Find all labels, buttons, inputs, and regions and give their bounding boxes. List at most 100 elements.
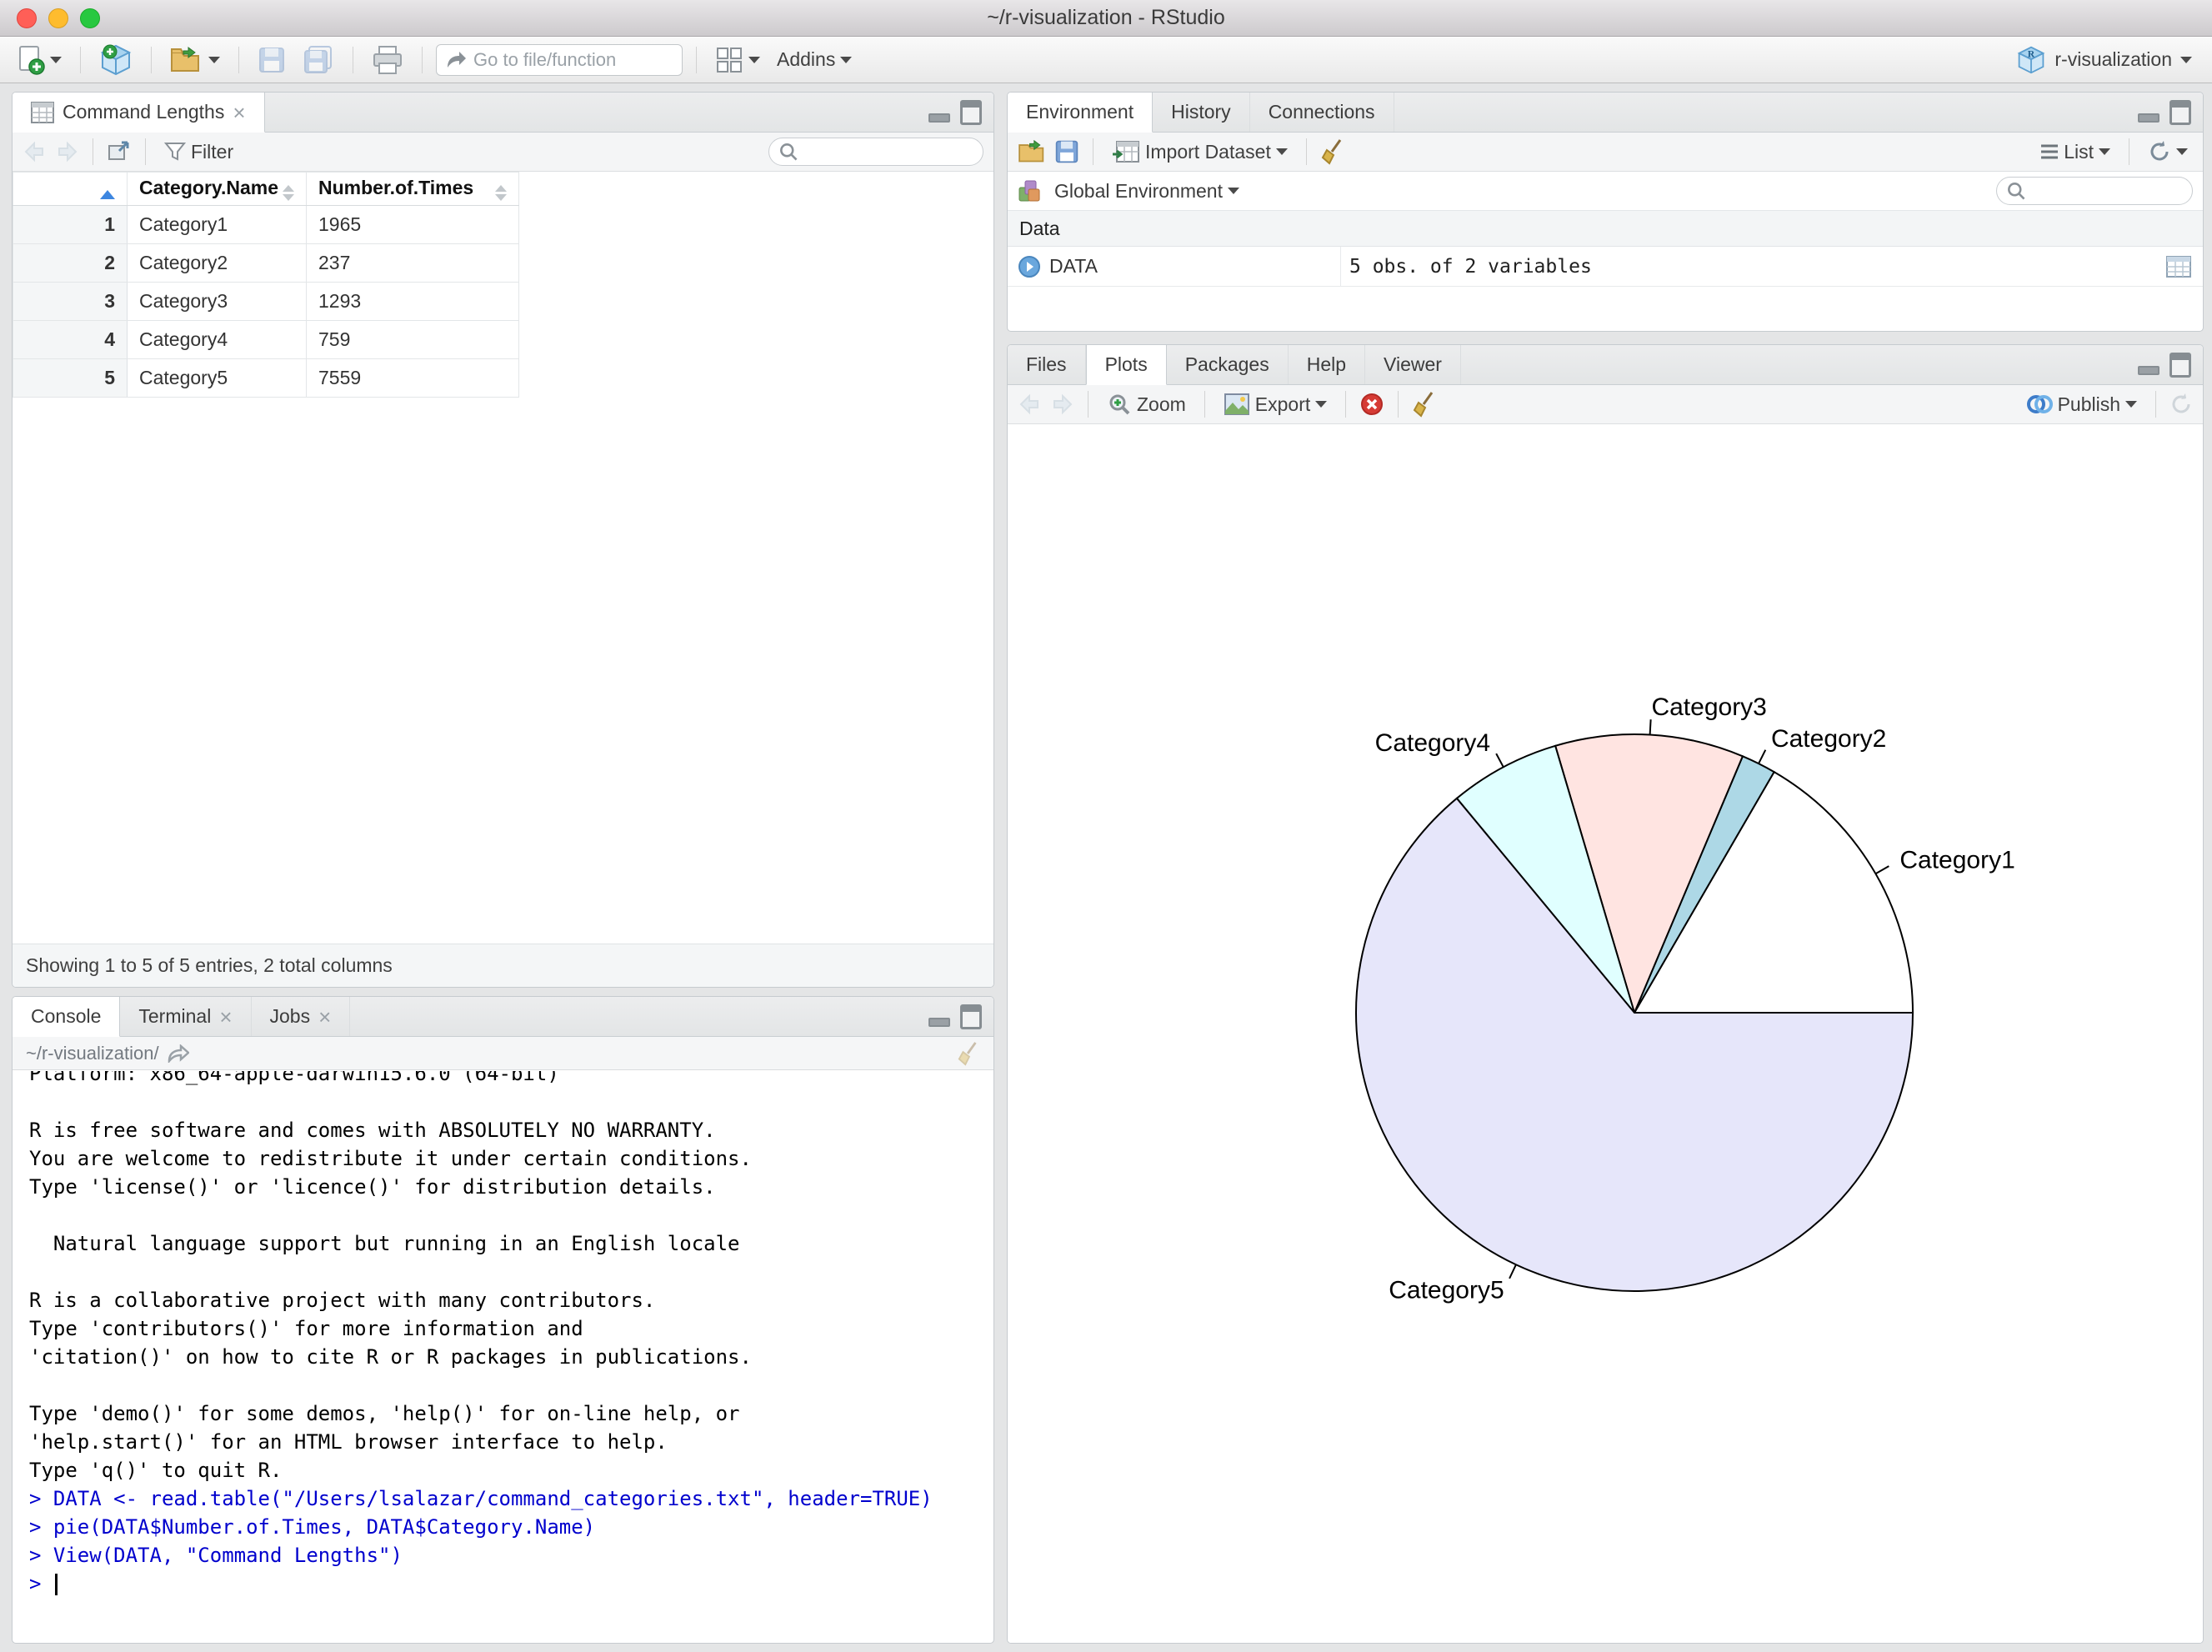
sort-ascending-icon (100, 190, 115, 199)
save-workspace-icon[interactable] (1054, 139, 1079, 164)
maximize-pane-icon[interactable] (2169, 99, 2191, 125)
publish-label: Publish (2057, 393, 2120, 415)
maximize-pane-icon[interactable] (960, 1004, 982, 1029)
project-chooser[interactable]: R r-visualization (2016, 45, 2192, 75)
table-cell: Category5 (127, 358, 307, 398)
minimize-pane-icon[interactable] (928, 1018, 950, 1027)
refresh-icon (2150, 141, 2169, 161)
table-row[interactable]: 3 Category3 1293 (13, 282, 519, 321)
import-dataset-button[interactable]: Import Dataset (1107, 137, 1293, 167)
table-row[interactable]: 4 Category4 759 (13, 320, 519, 359)
remove-plot-icon[interactable] (1359, 392, 1384, 417)
column-header-number-of-times[interactable]: Number.of.Times (306, 172, 519, 206)
next-plot-icon[interactable] (1049, 393, 1074, 415)
minimize-pane-icon[interactable] (2138, 366, 2159, 375)
load-workspace-icon[interactable] (1018, 139, 1048, 164)
save-all-button[interactable] (298, 42, 339, 78)
tab-jobs[interactable]: Jobs × (252, 997, 351, 1036)
pie-label-tick (1758, 749, 1767, 764)
console-output-area[interactable]: Platform: x86_64-apple-darwin15.6.0 (64-… (13, 1071, 993, 1643)
tab-environment[interactable]: Environment (1008, 93, 1154, 133)
maximize-pane-icon[interactable] (2169, 352, 2191, 378)
tab-command-lengths[interactable]: Command Lengths × (13, 93, 265, 133)
viewer-status-text: Showing 1 to 5 of 5 entries, 2 total col… (26, 954, 393, 976)
list-view-button[interactable]: List (2035, 138, 2115, 167)
table-cell: 1293 (306, 282, 519, 321)
publish-icon (2026, 395, 2053, 413)
refresh-plot-icon[interactable] (2169, 393, 2193, 416)
chevron-down-icon (840, 56, 853, 63)
close-icon[interactable]: × (219, 1006, 232, 1028)
save-button[interactable] (253, 43, 291, 78)
table-row[interactable]: 5 Category5 7559 (13, 358, 519, 398)
back-icon[interactable] (23, 141, 48, 163)
export-image-icon (1224, 393, 1249, 415)
popout-window-icon[interactable] (107, 140, 132, 163)
open-file-button[interactable] (165, 43, 225, 78)
tab-history[interactable]: History (1153, 93, 1250, 132)
zoom-plot-button[interactable]: Zoom (1102, 388, 1191, 420)
data-table: Category.Name Number.of.Times 1 Category1… (13, 172, 519, 398)
table-row[interactable]: 1 Category1 1965 (13, 205, 519, 244)
pane-layout-button[interactable] (710, 43, 765, 78)
console-prompt-line[interactable]: > (29, 1569, 993, 1598)
titlebar: ~/r-visualization - RStudio (0, 0, 2212, 37)
export-plot-button[interactable]: Export (1219, 389, 1332, 419)
tab-packages[interactable]: Packages (1167, 345, 1289, 384)
viewer-search-input[interactable] (804, 142, 963, 162)
tab-files[interactable]: Files (1008, 345, 1086, 384)
chevron-down-icon (1228, 188, 1239, 194)
refresh-environment-button[interactable] (2143, 137, 2193, 167)
addins-button[interactable]: Addins (772, 45, 857, 74)
table-row[interactable]: 2 Category2 237 (13, 243, 519, 283)
go-to-directory-icon[interactable] (168, 1044, 189, 1063)
close-icon[interactable]: × (318, 1006, 331, 1028)
viewer-status-bar: Showing 1 to 5 of 5 entries, 2 total col… (13, 944, 993, 987)
pie-label-tick (1874, 865, 1889, 875)
pane-layout-grid-icon (717, 47, 742, 73)
tab-plots[interactable]: Plots (1085, 345, 1167, 385)
list-icon (2041, 144, 2059, 159)
environment-search-input[interactable] (2032, 181, 2190, 201)
view-table-icon[interactable] (2166, 255, 2191, 278)
close-icon[interactable]: × (233, 102, 245, 123)
chevron-down-icon (1315, 401, 1328, 408)
clear-console-broom-icon[interactable] (957, 1041, 980, 1066)
maximize-pane-icon[interactable] (960, 99, 982, 125)
pie-label-tick (1495, 753, 1504, 768)
working-directory: ~/r-visualization/ (26, 1042, 159, 1064)
print-button[interactable] (367, 42, 408, 78)
tab-connections[interactable]: Connections (1250, 93, 1394, 132)
previous-plot-icon[interactable] (1018, 393, 1043, 415)
goto-file-box[interactable] (436, 43, 683, 76)
new-project-button[interactable] (94, 40, 138, 80)
minimize-pane-icon[interactable] (928, 113, 950, 123)
environment-search-box[interactable] (1996, 177, 2193, 205)
filter-button[interactable]: Filter (159, 138, 238, 167)
search-icon (780, 143, 798, 161)
environment-object-row[interactable]: DATA 5 obs. of 2 variables (1008, 247, 2203, 287)
expand-object-icon[interactable] (1018, 255, 1041, 278)
new-document-icon (19, 45, 45, 75)
clear-all-plots-broom-icon[interactable] (1412, 391, 1437, 418)
new-file-button[interactable] (12, 42, 67, 78)
zoom-magnifier-icon (1109, 394, 1130, 415)
table-cell: 1965 (306, 205, 519, 244)
goto-file-input[interactable] (473, 48, 665, 71)
publish-button[interactable]: Publish (2021, 389, 2142, 419)
tab-viewer[interactable]: Viewer (1365, 345, 1461, 384)
minimize-pane-icon[interactable] (2138, 113, 2159, 123)
tab-help[interactable]: Help (1289, 345, 1366, 384)
tab-console[interactable]: Console (13, 997, 121, 1037)
viewer-search-box[interactable] (768, 138, 983, 166)
clear-objects-broom-icon[interactable] (1320, 138, 1345, 165)
project-name: r-visualization (2054, 48, 2172, 70)
rownum-header[interactable] (13, 172, 128, 206)
text-cursor (54, 1574, 58, 1595)
r-project-cube-icon: R (2017, 46, 2045, 73)
forward-icon[interactable] (54, 141, 79, 163)
environment-scope-selector[interactable]: Global Environment (1049, 177, 1244, 206)
tab-terminal[interactable]: Terminal × (120, 997, 252, 1036)
column-header-category-name[interactable]: Category.Name (127, 172, 307, 206)
open-folder-icon (171, 46, 199, 72)
